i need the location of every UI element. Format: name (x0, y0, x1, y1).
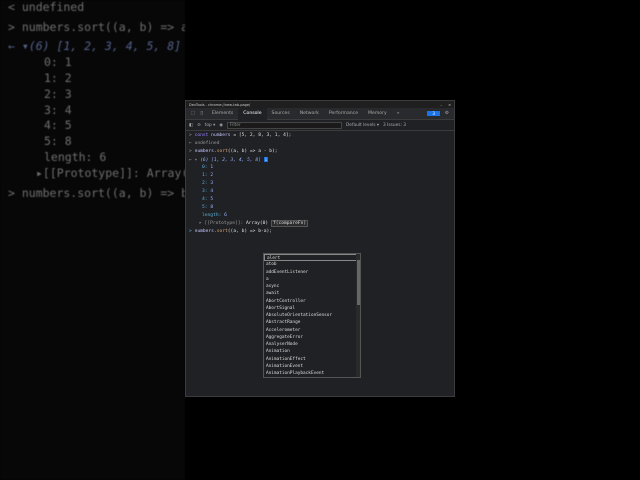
bg-line: 0: 1 (44, 55, 72, 69)
autocomplete-item[interactable]: AnimationEffect (264, 356, 360, 363)
autocomplete-item[interactable]: addEventListener (264, 269, 360, 276)
tab-console[interactable]: Console (238, 107, 267, 120)
bg-line: > numbers.sort((a, b) => a (8, 20, 185, 34)
array-length: length: 6 (202, 213, 227, 218)
bg-line: > numbers.sort((a, b) => b- (8, 186, 185, 200)
autocomplete-item[interactable]: AbstractRange (264, 319, 360, 326)
filter-input[interactable]: Filter (227, 121, 342, 129)
console-line: > numbers.sort((a, b) => a - b); (189, 149, 278, 154)
autocomplete-scrollbar[interactable] (356, 254, 360, 377)
array-item: 0: 1 (202, 165, 214, 170)
minimize-button[interactable]: – (440, 103, 442, 107)
issues-button[interactable]: 3 Issues: 3 (383, 123, 406, 128)
autocomplete-item[interactable]: AnimationEvent (264, 363, 360, 370)
autocomplete-dropdown: alert atob addEventListener a async await Abor… (263, 253, 361, 378)
console-line: > const numbers = [5, 2, 8, 3, 1, 4]; (189, 133, 292, 138)
bg-line: 3: 4 (44, 103, 72, 117)
autocomplete-item[interactable]: atob (264, 261, 360, 268)
autocomplete-item[interactable]: Accelerometer (264, 327, 360, 334)
tab-sources[interactable]: Sources (267, 111, 295, 116)
more-tabs-button[interactable]: » (392, 111, 405, 116)
tab-memory[interactable]: Memory (363, 111, 392, 116)
bg-line: ← ▾(6) [1, 2, 3, 4, 5, 8] (8, 39, 182, 53)
array-item: 4: 5 (202, 197, 214, 202)
sidebar-toggle-icon[interactable]: ◧ (189, 123, 193, 128)
signature-hint: f(compareFn) (270, 220, 309, 227)
autocomplete-item[interactable]: AggregateError (264, 334, 360, 341)
tab-performance[interactable]: Performance (324, 111, 363, 116)
console-input[interactable]: > numbers.sort((a, b) => b-a); (189, 228, 272, 236)
autocomplete-item[interactable]: await (264, 290, 360, 297)
array-item: 5: 8 (202, 205, 214, 210)
panel-tabs: ⬚ ▯ Elements Console Sources Network Per… (186, 107, 454, 120)
bg-line: 2: 3 (44, 87, 72, 101)
bg-line: 1: 2 (44, 71, 72, 85)
settings-gear-icon[interactable]: ⚙ (440, 111, 454, 116)
scrollbar-thumb[interactable] (356, 260, 360, 305)
clear-console-icon[interactable]: ⊘ (197, 123, 201, 128)
tab-elements[interactable]: Elements (207, 111, 238, 116)
array-item: 2: 3 (202, 181, 214, 186)
autocomplete-item[interactable]: AbortSignal (264, 305, 360, 312)
autocomplete-item[interactable]: AbsoluteOrientationSensor (264, 312, 360, 319)
bg-line: 5: 8 (44, 134, 72, 148)
bg-line: length: 6 (44, 150, 107, 164)
console-line: ← undefined (189, 141, 220, 146)
bg-line: < undefined (8, 0, 85, 14)
autocomplete-item[interactable]: AnalyserNode (264, 341, 360, 348)
log-levels-dropdown[interactable]: Default levels ▾ (346, 123, 379, 128)
array-item: 3: 4 (202, 189, 214, 194)
autocomplete-item[interactable]: a (264, 276, 360, 283)
issues-badge[interactable]: 3 (427, 111, 440, 116)
tab-network[interactable]: Network (295, 111, 324, 116)
array-result[interactable]: ← ▾ (6) [1, 2, 3, 4, 5, 8] i (189, 156, 269, 164)
array-item: 1: 2 (202, 173, 214, 178)
window-title: DevTools - chrome://new-tab-page/ (189, 102, 251, 107)
context-selector[interactable]: top ▾ (205, 123, 216, 128)
bg-line: ▸[[Prototype]]: Array(0 (36, 166, 185, 180)
autocomplete-item[interactable]: async (264, 283, 360, 290)
bg-line: 4: 5 (44, 118, 72, 132)
inspect-icon[interactable]: ⬚ (186, 111, 200, 116)
prototype-row[interactable]: ▸ [[Prototype]]: Array(0) f(compareFn) (199, 220, 309, 228)
autocomplete-item[interactable]: AnimationPlaybackEvent (264, 370, 360, 377)
console-toolbar: ◧ ⊘ top ▾ ◉ Filter Default levels ▾ 3 Is… (186, 120, 454, 131)
close-button[interactable]: × (448, 103, 451, 107)
autocomplete-item[interactable]: alert (264, 254, 360, 262)
background-zoomed-console: < undefined > numbers.sort((a, b) => a ←… (0, 0, 185, 480)
autocomplete-item[interactable]: AbortController (264, 298, 360, 305)
eye-icon[interactable]: ◉ (219, 123, 223, 128)
devtools-window: DevTools - chrome://new-tab-page/ – × ⬚ ▯… (185, 100, 455, 397)
autocomplete-item[interactable]: Animation (264, 348, 360, 355)
title-bar: DevTools - chrome://new-tab-page/ – × (186, 101, 454, 108)
